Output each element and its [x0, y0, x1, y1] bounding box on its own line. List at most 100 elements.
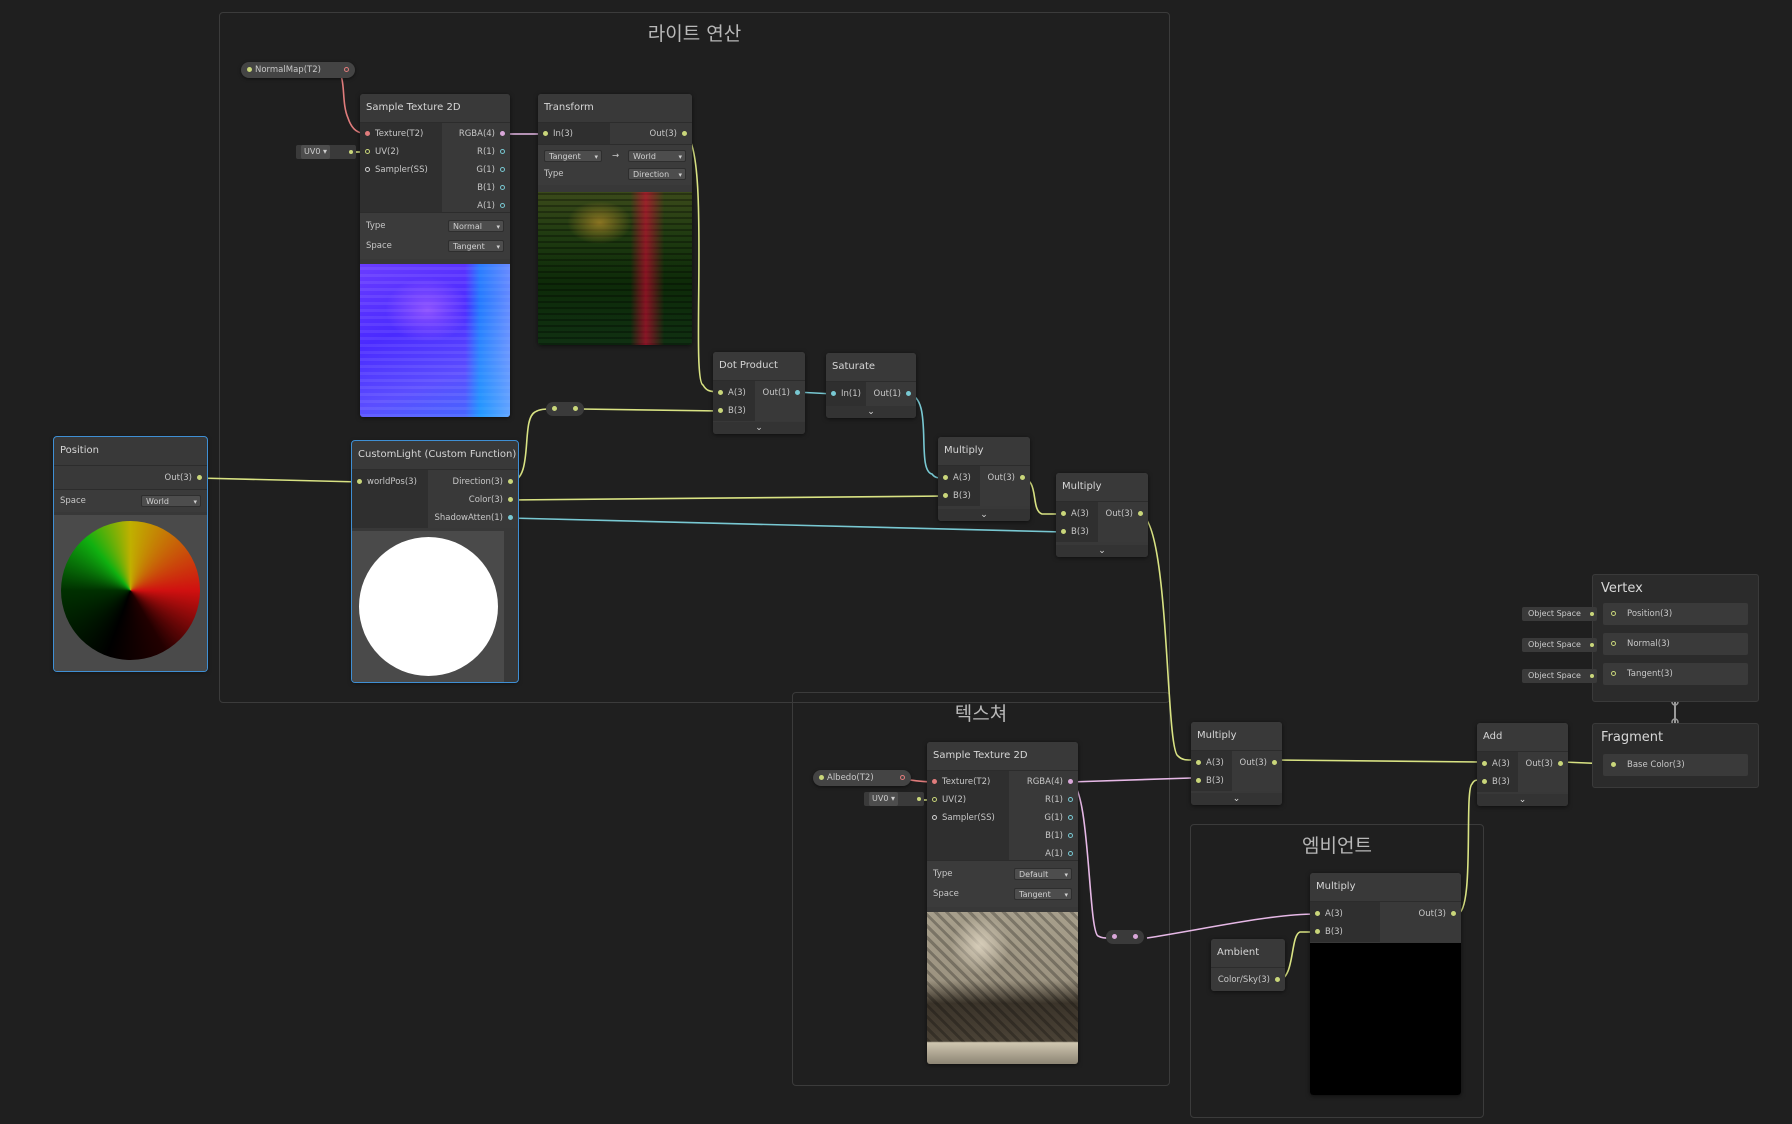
port-g-out[interactable]: G(1): [476, 163, 510, 177]
port-out[interactable]: Out(3): [1106, 507, 1148, 521]
collapse-chevron-icon[interactable]: ⌄: [713, 422, 805, 434]
collapse-chevron-icon[interactable]: ⌄: [938, 509, 1030, 521]
position-node[interactable]: Position Out(3) Space World: [53, 436, 208, 672]
vertex-block-tangent[interactable]: Tangent(3): [1603, 663, 1748, 685]
block-port-dot-icon[interactable]: [1611, 762, 1616, 767]
port-a-in[interactable]: A(3): [1477, 757, 1510, 771]
port-g-out[interactable]: G(1): [1044, 811, 1078, 825]
port-a-in[interactable]: A(3): [938, 471, 971, 485]
object-space-normal[interactable]: Object Space: [1522, 638, 1597, 652]
normal-map-property[interactable]: NormalMap(T2): [241, 62, 355, 78]
port-in[interactable]: In(3): [538, 127, 573, 141]
from-space-dropdown[interactable]: Tangent: [544, 150, 602, 163]
port-a-in[interactable]: A(3): [713, 386, 746, 400]
port-label: Texture(T2): [942, 777, 991, 787]
port-b-in[interactable]: B(3): [1056, 525, 1089, 539]
collapse-chevron-icon[interactable]: ⌄: [1191, 793, 1282, 805]
fragment-context[interactable]: Fragment Base Color(3): [1592, 723, 1759, 788]
port-rgba-out[interactable]: RGBA(4): [459, 127, 510, 141]
multiply-node-2[interactable]: Multiply A(3) B(3) Out(3) ⌄: [1056, 473, 1148, 557]
add-node[interactable]: Add A(3) B(3) Out(3) ⌄: [1477, 723, 1568, 806]
uv-channel-value[interactable]: UV0: [872, 794, 888, 803]
port-out[interactable]: Out(3): [650, 127, 692, 141]
saturate-node[interactable]: Saturate In(1) Out(1) ⌄: [826, 353, 916, 418]
type-dropdown[interactable]: Normal: [448, 220, 504, 233]
port-b-in[interactable]: B(3): [1477, 775, 1510, 789]
redirect-node-albedo[interactable]: [1106, 930, 1144, 944]
port-a-in[interactable]: A(3): [1191, 756, 1224, 770]
type-label: Type: [366, 221, 386, 231]
port-sampler-in[interactable]: Sampler(SS): [360, 163, 428, 177]
port-out[interactable]: Out(1): [763, 386, 805, 400]
port-b-out[interactable]: B(1): [477, 181, 510, 195]
port-out[interactable]: Out(3): [1419, 907, 1461, 921]
port-out[interactable]: Out(1): [874, 387, 916, 401]
property-out-dot-icon[interactable]: [900, 775, 905, 780]
to-space-dropdown[interactable]: World: [628, 150, 686, 163]
port-uv-in[interactable]: UV(2): [360, 145, 399, 159]
fragment-block-base-color[interactable]: Base Color(3): [1603, 754, 1748, 776]
port-out[interactable]: Out(3): [988, 471, 1030, 485]
port-out[interactable]: Out(3): [1240, 756, 1282, 770]
vertex-block-normal[interactable]: Normal(3): [1603, 633, 1748, 655]
port-direction-out[interactable]: Direction(3): [453, 475, 518, 489]
port-out[interactable]: Out(3): [165, 471, 207, 485]
vertex-block-position[interactable]: Position(3): [1603, 603, 1748, 625]
space-dropdown[interactable]: Tangent: [1014, 888, 1072, 901]
custom-light-node[interactable]: CustomLight (Custom Function) worldPos(3…: [351, 440, 519, 683]
port-r-out[interactable]: R(1): [1045, 793, 1078, 807]
object-space-tangent[interactable]: Object Space: [1522, 669, 1597, 683]
sample-texture-albedo-node[interactable]: Sample Texture 2D Texture(T2) UV(2) Samp…: [927, 742, 1078, 1064]
port-uv-in[interactable]: UV(2): [927, 793, 966, 807]
block-port-dot-icon[interactable]: [1611, 641, 1616, 646]
object-space-position[interactable]: Object Space: [1522, 607, 1597, 621]
port-texture-in[interactable]: Texture(T2): [360, 127, 423, 141]
port-shadowatten-out[interactable]: ShadowAtten(1): [434, 511, 518, 525]
port-rgba-out[interactable]: RGBA(4): [1027, 775, 1078, 789]
dot-product-node[interactable]: Dot Product A(3) B(3) Out(1) ⌄: [713, 352, 805, 434]
port-out[interactable]: Out(3): [1526, 757, 1568, 771]
multiply-node-ambient[interactable]: Multiply A(3) B(3) Out(3): [1310, 873, 1461, 1095]
collapse-chevron-icon[interactable]: ⌄: [1056, 545, 1148, 557]
albedo-property[interactable]: Albedo(T2): [813, 770, 911, 786]
port-in[interactable]: In(1): [826, 387, 861, 401]
port-a-out[interactable]: A(1): [477, 199, 510, 213]
collapse-chevron-icon[interactable]: ⌄: [826, 406, 916, 418]
port-b-in[interactable]: B(3): [1310, 925, 1343, 939]
port-color-out[interactable]: Color(3): [469, 493, 518, 507]
space-dropdown[interactable]: World: [141, 495, 201, 508]
transform-node[interactable]: Transform In(3) Out(3) Tangent → World T…: [538, 94, 692, 345]
port-colorsky-out[interactable]: Color/Sky(3): [1218, 973, 1285, 987]
type-dropdown[interactable]: Direction: [628, 168, 686, 181]
redirect-node-direction[interactable]: [546, 402, 584, 416]
multiply-node-1[interactable]: Multiply A(3) B(3) Out(3) ⌄: [938, 437, 1030, 521]
space-dropdown[interactable]: Tangent: [448, 240, 504, 253]
vertex-context[interactable]: Vertex Position(3) Normal(3) Tangent(3): [1592, 574, 1759, 702]
uv-inline-normal[interactable]: UV0 ▾: [296, 145, 356, 159]
port-b-out[interactable]: B(1): [1045, 829, 1078, 843]
type-dropdown[interactable]: Default: [1014, 868, 1072, 881]
port-r-out[interactable]: R(1): [477, 145, 510, 159]
block-port-dot-icon[interactable]: [1611, 671, 1616, 676]
redirect-in-dot-icon[interactable]: [1112, 934, 1117, 939]
port-sampler-in[interactable]: Sampler(SS): [927, 811, 995, 825]
redirect-out-dot-icon[interactable]: [573, 406, 578, 411]
port-a-in[interactable]: A(3): [1056, 507, 1089, 521]
port-texture-in[interactable]: Texture(T2): [927, 775, 990, 789]
port-a-out[interactable]: A(1): [1045, 847, 1078, 861]
port-b-in[interactable]: B(3): [938, 489, 971, 503]
multiply-node-3[interactable]: Multiply A(3) B(3) Out(3) ⌄: [1191, 722, 1282, 805]
block-port-dot-icon[interactable]: [1611, 611, 1616, 616]
redirect-out-dot-icon[interactable]: [1133, 934, 1138, 939]
uv-channel-value[interactable]: UV0: [304, 147, 320, 156]
port-b-in[interactable]: B(3): [1191, 774, 1224, 788]
port-worldpos-in[interactable]: worldPos(3): [352, 475, 417, 489]
port-a-in[interactable]: A(3): [1310, 907, 1343, 921]
uv-inline-albedo[interactable]: UV0 ▾: [864, 792, 924, 806]
ambient-node[interactable]: Ambient Color/Sky(3): [1211, 939, 1285, 991]
collapse-chevron-icon[interactable]: ⌄: [1477, 794, 1568, 806]
property-out-dot-icon[interactable]: [344, 67, 349, 72]
sample-texture-normal-node[interactable]: Sample Texture 2D Texture(T2) UV(2) Samp…: [360, 94, 510, 417]
port-b-in[interactable]: B(3): [713, 404, 746, 418]
redirect-in-dot-icon[interactable]: [552, 406, 557, 411]
